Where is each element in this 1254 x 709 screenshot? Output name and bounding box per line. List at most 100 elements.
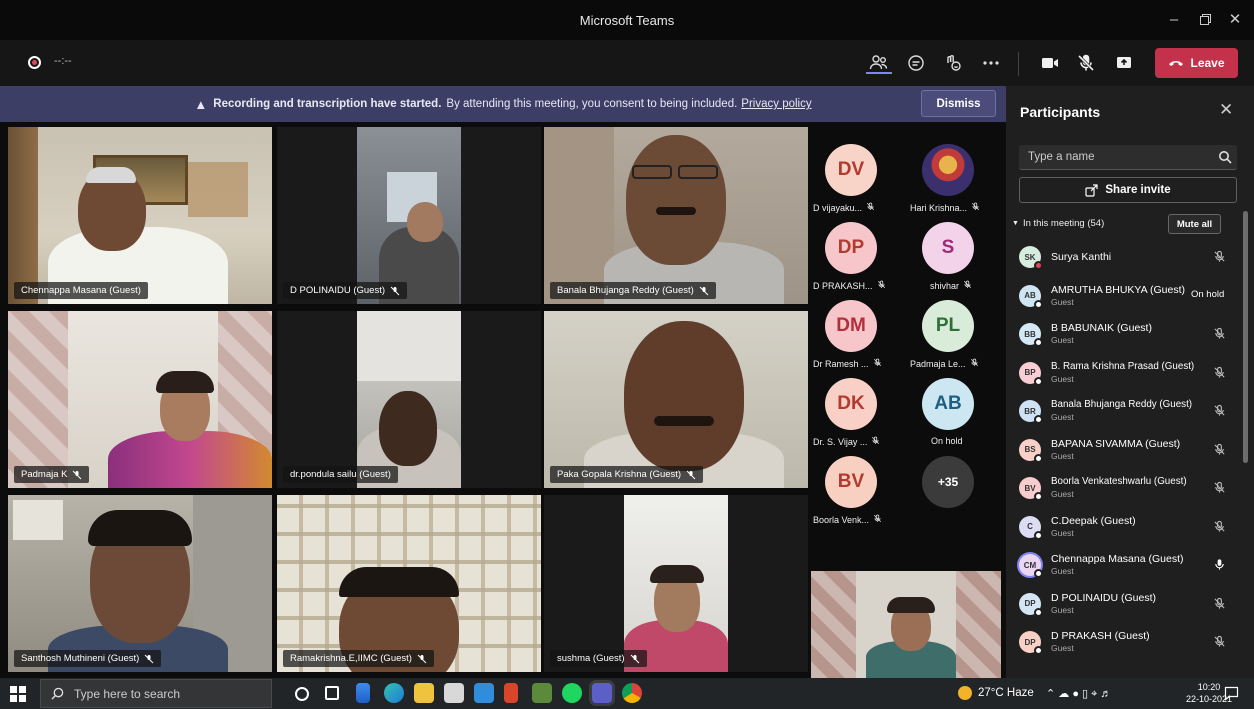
- avatar-name: Dr. S. Vijay ...: [813, 436, 868, 447]
- recording-indicator-icon: [28, 56, 41, 69]
- camera-icon[interactable]: [1037, 50, 1063, 76]
- presence-status-icon: [1034, 376, 1043, 386]
- presence-status-icon: [1034, 338, 1043, 347]
- participant-row[interactable]: CM Chennappa Masana (Guest) Guest: [1017, 546, 1239, 584]
- participant-avatar[interactable]: +35: [922, 456, 974, 508]
- video-tile[interactable]: dr.pondula sailu (Guest): [277, 311, 541, 488]
- mic-off-icon: [73, 470, 82, 479]
- share-invite-button[interactable]: Share invite: [1019, 177, 1237, 203]
- participant-row[interactable]: C C.Deepak (Guest) Guest: [1017, 508, 1239, 546]
- leave-label: Leave: [1190, 56, 1225, 70]
- in-meeting-section-header[interactable]: ▼ In this meeting (54): [1012, 218, 1104, 229]
- video-tile[interactable]: Padmaja K: [8, 311, 272, 488]
- profile-picture-avatar[interactable]: [922, 144, 974, 196]
- mic-off-icon: [873, 514, 882, 525]
- participant-avatar[interactable]: DP: [825, 222, 877, 274]
- participant-row[interactable]: BP B. Rama Krishna Prasad (Guest) Guest: [1017, 354, 1239, 392]
- chat-icon[interactable]: [903, 50, 929, 76]
- cortana-icon[interactable]: [295, 687, 309, 701]
- participant-avatar[interactable]: DV: [825, 144, 877, 196]
- participant-role: Guest: [1051, 643, 1074, 653]
- file-explorer-icon[interactable]: [414, 683, 434, 703]
- participant-row[interactable]: BS BAPANA SIVAMMA (Guest) Guest: [1017, 431, 1239, 469]
- video-tile[interactable]: sushma (Guest): [544, 495, 808, 672]
- participant-avatar[interactable]: PL: [922, 300, 974, 352]
- banner-text: By attending this meeting, you consent t…: [446, 98, 738, 110]
- mic-off-icon[interactable]: [1213, 404, 1226, 417]
- participant-name: C.Deepak (Guest): [1051, 514, 1136, 527]
- file-app-icon[interactable]: [356, 683, 370, 703]
- taskbar-search-box[interactable]: Type here to search: [40, 679, 272, 708]
- mic-off-icon[interactable]: [1213, 635, 1226, 648]
- minimize-icon[interactable]: –: [1163, 10, 1185, 30]
- dismiss-button[interactable]: Dismiss: [921, 90, 996, 117]
- mic-off-icon[interactable]: [1213, 327, 1226, 340]
- avatar-name: D PRAKASH...: [813, 280, 873, 291]
- more-actions-icon[interactable]: [978, 50, 1004, 76]
- mic-off-icon[interactable]: [1213, 250, 1226, 263]
- participant-name: Chennappa Masana (Guest): [1051, 553, 1184, 565]
- self-preview-video[interactable]: [811, 571, 1001, 678]
- windows-start-icon[interactable]: [10, 686, 26, 702]
- task-view-icon[interactable]: [325, 686, 339, 700]
- chrome-icon[interactable]: [622, 683, 642, 703]
- participant-row[interactable]: SK Surya Kanthi: [1017, 238, 1239, 276]
- mic-off-icon[interactable]: [1213, 366, 1226, 379]
- mute-all-button[interactable]: Mute all: [1168, 214, 1221, 234]
- mic-off-icon[interactable]: [1213, 520, 1226, 533]
- participant-avatar: CM: [1019, 554, 1043, 578]
- avatar-initials: BB: [1024, 329, 1036, 339]
- mic-off-icon[interactable]: [1213, 597, 1226, 610]
- participant-row[interactable]: DP D PRAKASH (Guest) Guest: [1017, 623, 1239, 661]
- tray-icons[interactable]: ⌃ ☁ ● ▯ ⌖ ♬: [1046, 687, 1111, 701]
- teams-icon[interactable]: [592, 683, 612, 703]
- participant-name: D POLINAIDU (Guest): [1051, 591, 1157, 604]
- participant-search-input[interactable]: [1019, 145, 1237, 170]
- avatar-initials: BP: [1024, 368, 1036, 377]
- panel-scrollbar[interactable]: [1243, 211, 1248, 463]
- participant-avatar: BB: [1019, 323, 1043, 347]
- notification-icon[interactable]: [1224, 686, 1239, 701]
- mic-off-icon[interactable]: [1213, 443, 1226, 456]
- participant-avatar[interactable]: S: [922, 222, 974, 274]
- participant-avatar[interactable]: BV: [825, 456, 877, 508]
- participant-avatar[interactable]: DK: [825, 378, 877, 430]
- avatar-name: Hari Krishna...: [910, 202, 968, 213]
- mail-icon[interactable]: [474, 683, 494, 703]
- avatar-initials: DK: [837, 393, 865, 414]
- share-screen-icon[interactable]: [1111, 50, 1137, 76]
- game-app-icon[interactable]: [532, 683, 552, 703]
- privacy-policy-link[interactable]: Privacy policy: [741, 98, 811, 110]
- participant-row[interactable]: BB B BABUNAIK (Guest) Guest: [1017, 315, 1239, 353]
- avatar-initials: AB: [1024, 291, 1036, 300]
- avatar-initials: DM: [836, 315, 866, 336]
- participant-row[interactable]: BV Boorla Venkateshwarlu (Guest) Guest: [1017, 469, 1239, 507]
- recording-banner: ▲ Recording and transcription have start…: [0, 86, 1006, 122]
- video-tile[interactable]: Banala Bhujanga Reddy (Guest): [544, 127, 808, 304]
- microphone-muted-icon[interactable]: [1073, 50, 1099, 76]
- participant-avatar[interactable]: AB: [922, 378, 974, 430]
- mic-on-icon[interactable]: [1213, 558, 1226, 571]
- video-tile[interactable]: Ramakrishna.E,IIMC (Guest): [277, 495, 541, 672]
- window-title: Microsoft Teams: [579, 13, 675, 28]
- edge-icon[interactable]: [384, 683, 404, 703]
- reactions-icon[interactable]: [940, 50, 966, 76]
- participant-row[interactable]: AB AMRUTHA BHUKYA (Guest) Guest On hold: [1017, 277, 1239, 315]
- mic-off-icon[interactable]: [1213, 481, 1226, 494]
- avatar-initials: DP: [1024, 599, 1036, 608]
- close-window-icon[interactable]: ✕: [1224, 10, 1246, 30]
- store-icon[interactable]: [444, 683, 464, 703]
- restore-icon[interactable]: [1194, 10, 1216, 30]
- close-panel-icon[interactable]: ✕: [1219, 100, 1233, 120]
- video-tile[interactable]: Santhosh Muthineni (Guest): [8, 495, 272, 672]
- participant-row[interactable]: DP D POLINAIDU (Guest) Guest: [1017, 585, 1239, 623]
- video-tile[interactable]: D POLINAIDU (Guest): [277, 127, 541, 304]
- leave-button[interactable]: Leave: [1155, 48, 1238, 78]
- spotify-icon[interactable]: [562, 683, 582, 703]
- office-icon[interactable]: [504, 683, 518, 703]
- video-tile[interactable]: Paka Gopala Krishna (Guest): [544, 311, 808, 488]
- participant-row[interactable]: BR Banala Bhujanga Reddy (Guest) Guest: [1017, 392, 1239, 430]
- participant-avatar[interactable]: DM: [825, 300, 877, 352]
- video-name-tag: Chennappa Masana (Guest): [14, 282, 148, 299]
- video-tile[interactable]: Chennappa Masana (Guest): [8, 127, 272, 304]
